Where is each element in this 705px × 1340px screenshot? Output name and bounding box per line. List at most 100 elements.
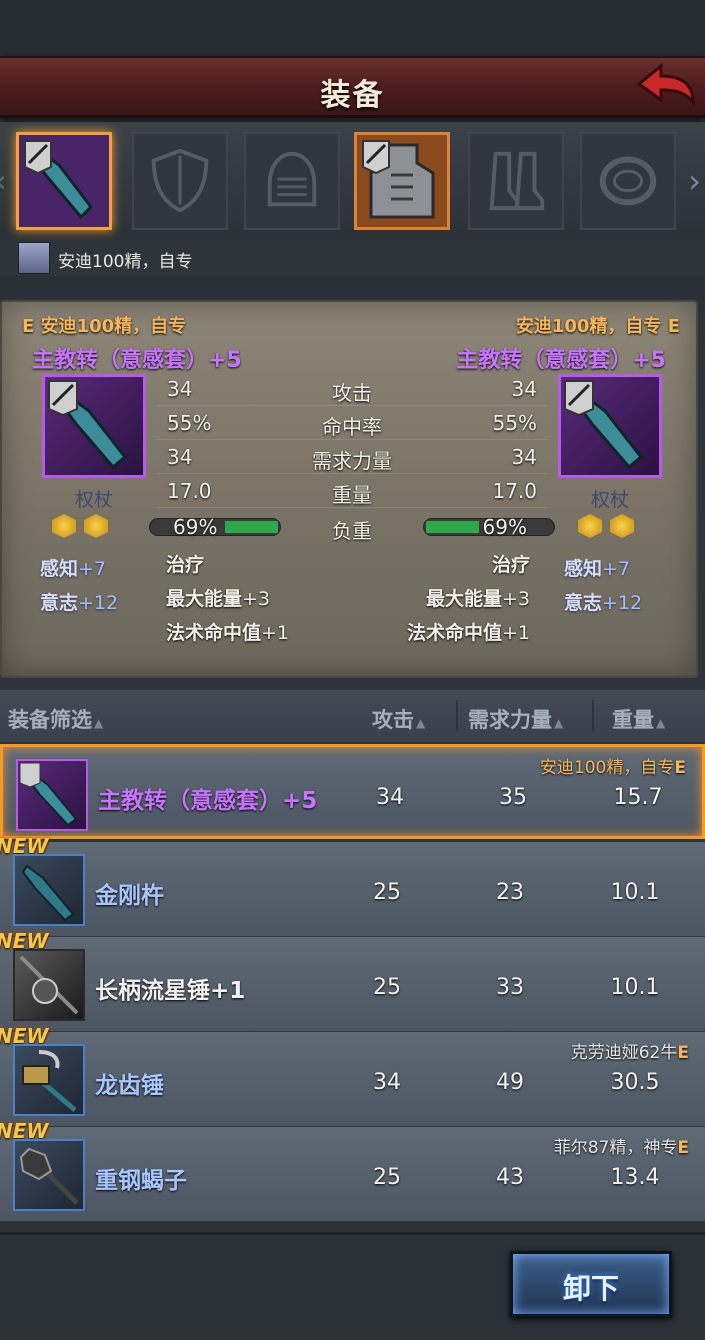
item-attack: 34 [373,1070,401,1095]
right-sub-2: 法术命中值+1 [406,622,530,644]
attack-sort-button[interactable]: 攻击 ▲ [372,704,425,734]
right-sub-0: 治疗 [491,554,530,576]
equipped-by-label: 菲尔87精，神专E [553,1138,689,1158]
back-arrow-icon[interactable] [635,62,697,112]
weight-label: 重量 [332,483,372,507]
equipped-by-label: 安迪100精，自专E [539,758,686,778]
shield-slot[interactable] [132,132,228,230]
ring-icon [599,156,657,206]
item-name: 长柄流星锤+1 [95,978,246,1004]
left-sub-1: 最大能量+3 [166,588,271,610]
right-item-icon [558,374,662,478]
right-attr-0: 感知+7 [564,558,631,580]
equipment-screen: 装备 ‹ [0,0,705,1340]
item-name: 主教转（意感套）+5 [98,788,318,814]
item-weight: 10.1 [610,880,660,905]
right-attr-1: 意志+12 [564,592,643,614]
right-item-name: 主教转（意感套）+5 [456,348,666,373]
list-item[interactable]: NEW 长柄流星锤+1 25 33 10.1 [0,929,705,1032]
list-item[interactable]: NEW 克劳迪娅62牛E 龙齿锤 34 49 30.5 [0,1024,705,1127]
item-attack: 34 [376,785,404,810]
sort-arrow-icon: ▲ [94,716,104,730]
item-attack: 25 [373,880,401,905]
scroll-right-icon[interactable]: › [688,162,701,200]
list-header: 装备筛选 ▲ 攻击 ▲ 需求力量 ▲ 重量 ▲ [0,690,705,742]
scroll-left-icon[interactable]: ‹ [0,162,7,200]
armor-slot[interactable] [354,132,450,230]
item-attack: 25 [373,975,401,1000]
gem-icon [610,514,634,538]
sort-arrow-icon: ▲ [656,716,666,730]
weapon-slot[interactable] [16,132,112,230]
unequip-button[interactable]: 卸下 [510,1251,672,1317]
item-strength: 35 [499,785,527,810]
page-title: 装备 [320,78,385,113]
stat-row-strength: 34 需求力量 34 [157,440,547,474]
ring-slot[interactable] [580,132,676,230]
scepter-icon [16,759,88,831]
owner-row: 安迪100精，自专 [0,240,705,276]
right-item-type: 权杖 [590,489,629,511]
strength-label: 需求力量 [312,449,392,473]
helmet-icon [267,151,317,207]
equipment-list: 安迪100精，自专E 主教转（意感套）+5 34 35 15.7 NEW 金刚杵… [0,742,705,1230]
unequip-label: 卸下 [562,1272,619,1305]
avatar [18,242,50,274]
item-strength: 23 [496,880,524,905]
shield-icon [151,148,209,213]
sort-arrow-icon: ▲ [416,716,426,730]
item-strength: 33 [496,975,524,1000]
list-item[interactable]: NEW 金刚杵 25 23 10.1 [0,834,705,937]
stat-row-hit: 55% 命中率 55% [157,406,547,440]
item-weight: 30.5 [610,1070,660,1095]
armor-icon [357,135,447,227]
right-hit: 55% [492,411,537,435]
stat-row-load: 69% 负重 69% [149,510,555,544]
helmet-slot[interactable] [244,132,340,230]
mace-icon [13,1139,85,1211]
left-owner: E 安迪100精，自专 [22,316,187,337]
sort-arrow-icon: ▲ [554,716,564,730]
vajra-icon [13,854,85,926]
list-item[interactable]: 安迪100精，自专E 主教转（意感套）+5 34 35 15.7 [0,744,705,839]
item-strength: 49 [496,1070,524,1095]
item-strength: 43 [496,1165,524,1190]
left-item-icon [42,374,146,478]
list-item[interactable]: NEW 菲尔87精，神专E 重钢蝎子 25 43 13.4 [0,1119,705,1222]
boots-slot[interactable] [468,132,564,230]
left-gem-slots [52,514,116,542]
left-attr-0: 感知+7 [40,558,107,580]
owner-label: 安迪100精，自专 [58,252,193,272]
gem-icon [578,514,602,538]
strength-sort-button[interactable]: 需求力量 ▲ [468,704,563,734]
flail-icon [13,949,85,1021]
left-item-type: 权杖 [74,489,113,511]
right-attack: 34 [511,377,537,401]
item-name: 金刚杵 [95,883,164,909]
stat-row-weight: 17.0 重量 17.0 [157,474,547,508]
right-load: 69% [482,515,527,539]
item-weight: 15.7 [613,785,663,810]
scepter-icon [19,135,109,227]
item-name: 重钢蝎子 [95,1168,187,1194]
stat-row-attack: 34 攻击 34 [157,372,547,406]
right-owner: 安迪100精，自专 E [515,316,680,337]
compare-panel: E 安迪100精，自专 安迪100精，自专 E 主教转（意感套）+5 主教转（意… [0,300,698,678]
right-strength: 34 [511,445,537,469]
left-sub-2: 法术命中值+1 [166,622,290,644]
right-sub-1: 最大能量+3 [425,588,530,610]
header-bar: 装备 [0,56,705,118]
item-weight: 10.1 [610,975,660,1000]
weight-sort-button[interactable]: 重量 ▲ [612,704,665,734]
scepter-icon [564,380,644,470]
equipped-by-label: 克劳迪娅62牛E [570,1043,689,1063]
left-sub-0: 治疗 [166,554,205,576]
filter-sort-button[interactable]: 装备筛选 ▲ [8,704,103,734]
scepter-icon [48,380,128,470]
item-weight: 13.4 [610,1165,660,1190]
hammer-icon [13,1044,85,1116]
item-attack: 25 [373,1165,401,1190]
boots-icon [489,151,545,211]
right-gem-slots [578,514,642,542]
hit-label: 命中率 [322,415,382,439]
